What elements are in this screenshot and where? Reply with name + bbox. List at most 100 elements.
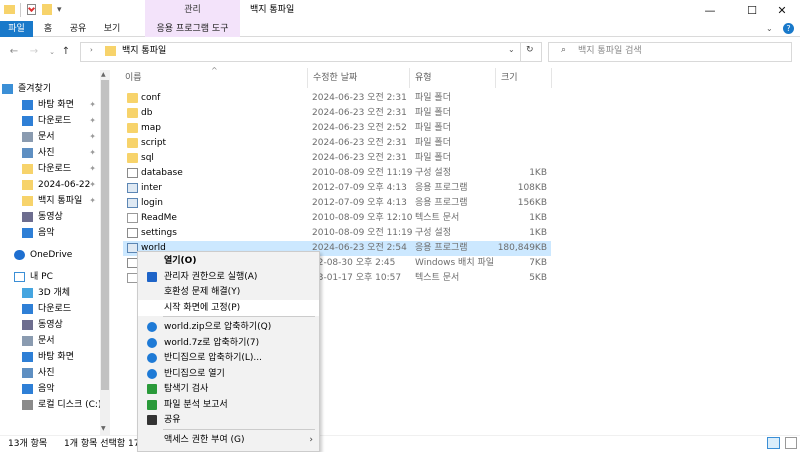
sidebar-item[interactable]: 다운로드 ✦	[0, 113, 98, 129]
file-type: 텍스트 문서	[415, 273, 460, 283]
sidebar-item[interactable]: 로컬 디스크 (C:)	[0, 397, 101, 413]
properties-icon[interactable]	[27, 4, 36, 15]
file-row[interactable]: ReadMe 2010-08-09 오후 12:10 텍스트 문서 1KB	[123, 211, 551, 226]
sidebar-item[interactable]: 음악	[0, 225, 98, 241]
status-selection: 1개 항목 선택함 17	[64, 439, 140, 449]
sidebar-item[interactable]: 내 PC	[0, 269, 98, 285]
sidebar-item[interactable]: 2024-06-22 ✦	[0, 177, 98, 193]
folder-icon	[4, 5, 15, 14]
file-row[interactable]: settings 2010-08-09 오전 11:19 구성 설정 1KB	[123, 226, 551, 241]
column-header-name[interactable]: 이름	[125, 71, 142, 85]
shield-icon	[147, 271, 157, 282]
context-menu-item[interactable]: 반디집으로 압축하기(L)...	[138, 350, 319, 366]
manage-context-tab[interactable]: 관리	[145, 0, 240, 21]
sidebar-scroll-thumb[interactable]	[101, 80, 109, 390]
sidebar-item[interactable]: 다운로드	[0, 301, 98, 317]
sidebar-item[interactable]: 백지 통파일 ✦	[0, 193, 98, 209]
new-folder-icon[interactable]	[42, 4, 52, 15]
column-divider[interactable]	[409, 68, 410, 88]
context-menu-item[interactable]: 호환성 문제 해결(Y)	[138, 284, 319, 300]
sidebar-item[interactable]: 즐겨찾기	[0, 81, 98, 97]
context-menu-item[interactable]: 시작 화면에 고정(P)	[138, 299, 319, 316]
sidebar-item[interactable]: 음악	[0, 381, 98, 397]
drive-icon	[22, 400, 33, 410]
sidebar-item[interactable]: 동영상	[0, 209, 98, 225]
file-row[interactable]: login 2012-07-09 오후 4:13 응용 프로그램 156KB	[123, 196, 551, 211]
expand-ribbon-icon[interactable]: ⌄	[766, 24, 773, 33]
file-row[interactable]: db 2024-06-23 오전 2:31 파일 폴더	[123, 106, 551, 121]
sidebar-item-label: OneDrive	[30, 250, 73, 260]
column-divider[interactable]	[307, 68, 308, 88]
large-icons-view-icon[interactable]	[785, 437, 797, 449]
context-menu-item[interactable]: 반디집으로 열기	[138, 366, 319, 382]
file-type: 파일 폴더	[415, 108, 451, 118]
tab-app-tools[interactable]: 응용 프로그램 도구	[145, 21, 240, 37]
file-row[interactable]: inter 2012-07-09 오후 4:13 응용 프로그램 108KB	[123, 181, 551, 196]
sidebar-item[interactable]: OneDrive	[0, 247, 98, 263]
context-menu-item[interactable]: 파일 분석 보고서	[138, 397, 319, 413]
close-button[interactable]: ✕	[764, 0, 800, 21]
file-row[interactable]: map 2024-06-23 오전 2:52 파일 폴더	[123, 121, 551, 136]
sidebar-item[interactable]: 동영상	[0, 317, 98, 333]
file-size: 5KB	[529, 273, 547, 283]
sidebar-item[interactable]: 문서 ✦	[0, 129, 98, 145]
documents-icon	[22, 132, 33, 142]
forward-arrow-icon[interactable]: →	[26, 44, 42, 60]
column-header-date[interactable]: 수정한 날짜	[313, 71, 357, 85]
documents-icon	[22, 336, 33, 346]
customize-toolbar-icon[interactable]: ▾	[57, 3, 62, 17]
context-menu-item[interactable]: 관리자 권한으로 실행(A)	[138, 269, 319, 285]
sidebar-item[interactable]: 사진 ✦	[0, 145, 98, 161]
tab-view[interactable]: 보기	[98, 21, 126, 37]
details-view-icon[interactable]	[767, 437, 780, 449]
breadcrumb-chevron-icon[interactable]: ›	[90, 46, 93, 54]
sidebar-item[interactable]: 문서	[0, 333, 98, 349]
application-icon	[127, 183, 138, 193]
file-row[interactable]: script 2024-06-23 오전 2:31 파일 폴더	[123, 136, 551, 151]
file-row[interactable]: database 2010-08-09 오전 11:19 구성 설정 1KB	[123, 166, 551, 181]
file-row[interactable]: conf 2024-06-23 오전 2:31 파일 폴더	[123, 91, 551, 106]
sidebar-item-label: 내 PC	[30, 272, 53, 282]
address-dropdown-icon[interactable]: ⌄	[508, 45, 515, 54]
file-row[interactable]: sql 2024-06-23 오전 2:31 파일 폴더	[123, 151, 551, 166]
3d-objects-icon	[22, 288, 33, 298]
sidebar-item-label: 사진	[38, 368, 55, 378]
up-arrow-icon[interactable]: ↑	[58, 44, 74, 60]
minimize-button[interactable]: —	[692, 0, 728, 21]
sidebar-item[interactable]: 바탕 화면	[0, 349, 98, 365]
tab-share[interactable]: 공유	[64, 21, 92, 37]
context-menu-item[interactable]: world.7z로 압축하기(7)	[138, 335, 319, 351]
file-type: Windows 배치 파일	[415, 258, 495, 268]
sidebar-item[interactable]: 바탕 화면 ✦	[0, 97, 98, 113]
context-menu-item[interactable]: 탐색기 검사	[138, 381, 319, 397]
back-arrow-icon[interactable]: ←	[6, 44, 22, 60]
breadcrumb[interactable]: 백지 통파일	[122, 45, 166, 58]
file-date: 2012-07-09 오후 4:13	[312, 198, 407, 208]
context-menu-item[interactable]: 열기(O)	[138, 253, 319, 269]
scroll-down-icon[interactable]: ▼	[101, 425, 106, 432]
context-menu-item[interactable]: world.zip으로 압축하기(Q)	[138, 319, 319, 335]
context-menu-item[interactable]: 공유	[138, 412, 319, 428]
column-divider[interactable]	[495, 68, 496, 88]
tab-file[interactable]: 파일	[0, 21, 33, 37]
bandizip-icon	[147, 337, 157, 348]
file-date: 2024-06-23 오전 2:31	[312, 138, 407, 148]
tab-home[interactable]: 홈	[38, 21, 58, 37]
sidebar-item[interactable]: 사진	[0, 365, 98, 381]
column-header-size[interactable]: 크기	[501, 71, 518, 85]
scroll-up-icon[interactable]: ▲	[101, 71, 106, 78]
column-header-type[interactable]: 유형	[415, 71, 432, 85]
sidebar-item[interactable]: 3D 개체	[0, 285, 98, 301]
column-divider[interactable]	[551, 68, 552, 88]
context-menu-item[interactable]: 액세스 권한 부여 (G) ›	[138, 432, 319, 448]
file-type: 응용 프로그램	[415, 243, 468, 253]
context-menu-label: world.zip으로 압축하기(Q)	[164, 322, 272, 332]
help-icon[interactable]: ?	[783, 23, 794, 34]
window-title: 백지 통파일	[250, 5, 295, 15]
application-icon	[127, 198, 138, 208]
download-icon	[22, 304, 33, 314]
menu-separator	[163, 428, 315, 430]
refresh-icon[interactable]: ↻	[526, 45, 534, 55]
sidebar-item[interactable]: 다운로드 ✦	[0, 161, 98, 177]
search-icon: ⌕	[561, 45, 567, 55]
